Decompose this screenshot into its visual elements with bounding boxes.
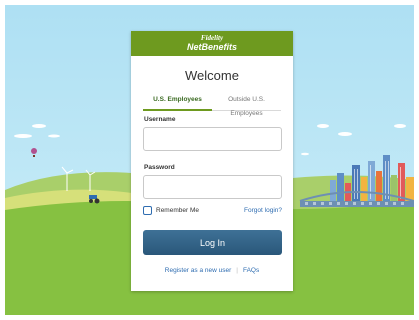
register-link[interactable]: Register as a new user	[165, 267, 231, 274]
faq-link[interactable]: FAQs	[243, 267, 259, 274]
login-card: Fidelity NetBenefits Welcome U.S. Employ…	[131, 31, 293, 291]
footer-links: Register as a new user | FAQs	[131, 267, 293, 274]
remember-row: Remember Me Forgot login?	[143, 204, 282, 216]
brand-logo-line2: NetBenefits	[186, 42, 237, 52]
remember-me-label: Remember Me	[156, 206, 199, 214]
forgot-login-link[interactable]: Forgot login?	[244, 207, 282, 214]
tab-us-employees[interactable]: U.S. Employees	[143, 93, 212, 111]
password-input[interactable]	[143, 175, 282, 199]
password-label: Password	[144, 164, 175, 171]
remember-me-checkbox[interactable]	[143, 205, 152, 215]
username-label: Username	[144, 116, 176, 123]
employee-tabs: U.S. Employees Outside U.S. Employees	[143, 93, 281, 117]
page-title: Welcome	[185, 68, 239, 83]
username-input[interactable]	[143, 127, 282, 151]
login-button[interactable]: Log In	[143, 230, 282, 255]
brand-logo-line1: Fidelity	[200, 34, 224, 42]
brand-header: Fidelity NetBenefits	[131, 31, 293, 56]
tab-outside-us-employees[interactable]: Outside U.S. Employees	[212, 93, 281, 117]
link-separator: |	[236, 267, 238, 274]
remember-me-group: Remember Me	[143, 205, 199, 215]
